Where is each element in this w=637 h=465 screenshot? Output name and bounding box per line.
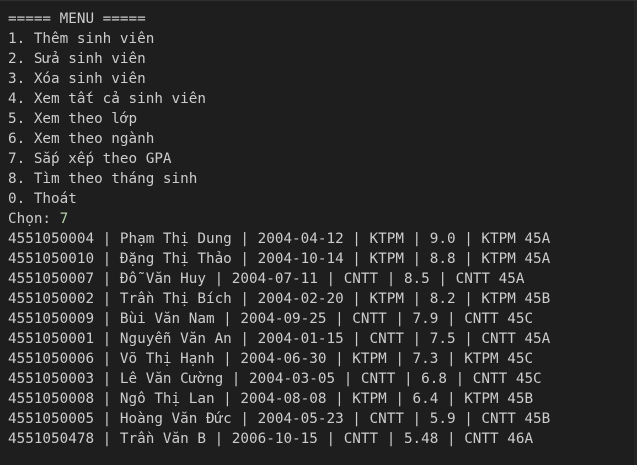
menu-header: ===== MENU =====	[8, 11, 146, 27]
result-row: 4551050009 | Bùi Văn Nam | 2004-09-25 | …	[8, 311, 534, 327]
choice-prompt[interactable]: Chọn: 7	[8, 209, 637, 229]
result-row: 4551050010 | Đặng Thị Thảo | 2004-10-14 …	[8, 251, 551, 267]
result-row: 4551050007 | Đỗ Văn Huy | 2004-07-11 | C…	[8, 271, 525, 287]
terminal-output[interactable]: ===== MENU ===== 1. Thêm sinh viên 2. Sử…	[0, 0, 637, 465]
result-row: 4551050002 | Trần Thị Bích | 2004-02-20 …	[8, 291, 551, 307]
menu-item-exit: 0. Thoát	[8, 191, 77, 207]
result-row: 4551050478 | Trần Văn B | 2006-10-15 | C…	[8, 431, 534, 447]
menu-item-sort-gpa: 7. Sắp xếp theo GPA	[8, 151, 172, 167]
menu-item-view-all: 4. Xem tất cả sinh viên	[8, 91, 206, 107]
choice-label: Chọn:	[8, 211, 60, 227]
menu-item-delete: 3. Xóa sinh viên	[8, 71, 146, 87]
result-row: 4551050003 | Lê Văn Cường | 2004-03-05 |…	[8, 371, 542, 387]
result-row: 4551050008 | Ngô Thị Lan | 2004-08-08 | …	[8, 391, 534, 407]
choice-input[interactable]: 7	[60, 211, 69, 227]
menu-item-find-month: 8. Tìm theo tháng sinh	[8, 171, 198, 187]
result-row: 4551050004 | Phạm Thị Dung | 2004-04-12 …	[8, 231, 551, 247]
menu-item-edit: 2. Sửa sinh viên	[8, 51, 146, 67]
menu-item-add: 1. Thêm sinh viên	[8, 31, 155, 47]
result-row: 4551050005 | Hoàng Văn Đức | 2004-05-23 …	[8, 411, 551, 427]
menu-item-view-major: 6. Xem theo ngành	[8, 131, 155, 147]
menu-item-view-class: 5. Xem theo lớp	[8, 111, 138, 127]
result-row: 4551050006 | Võ Thị Hạnh | 2004-06-30 | …	[8, 351, 534, 367]
result-row: 4551050001 | Nguyễn Văn An | 2004-01-15 …	[8, 331, 551, 347]
